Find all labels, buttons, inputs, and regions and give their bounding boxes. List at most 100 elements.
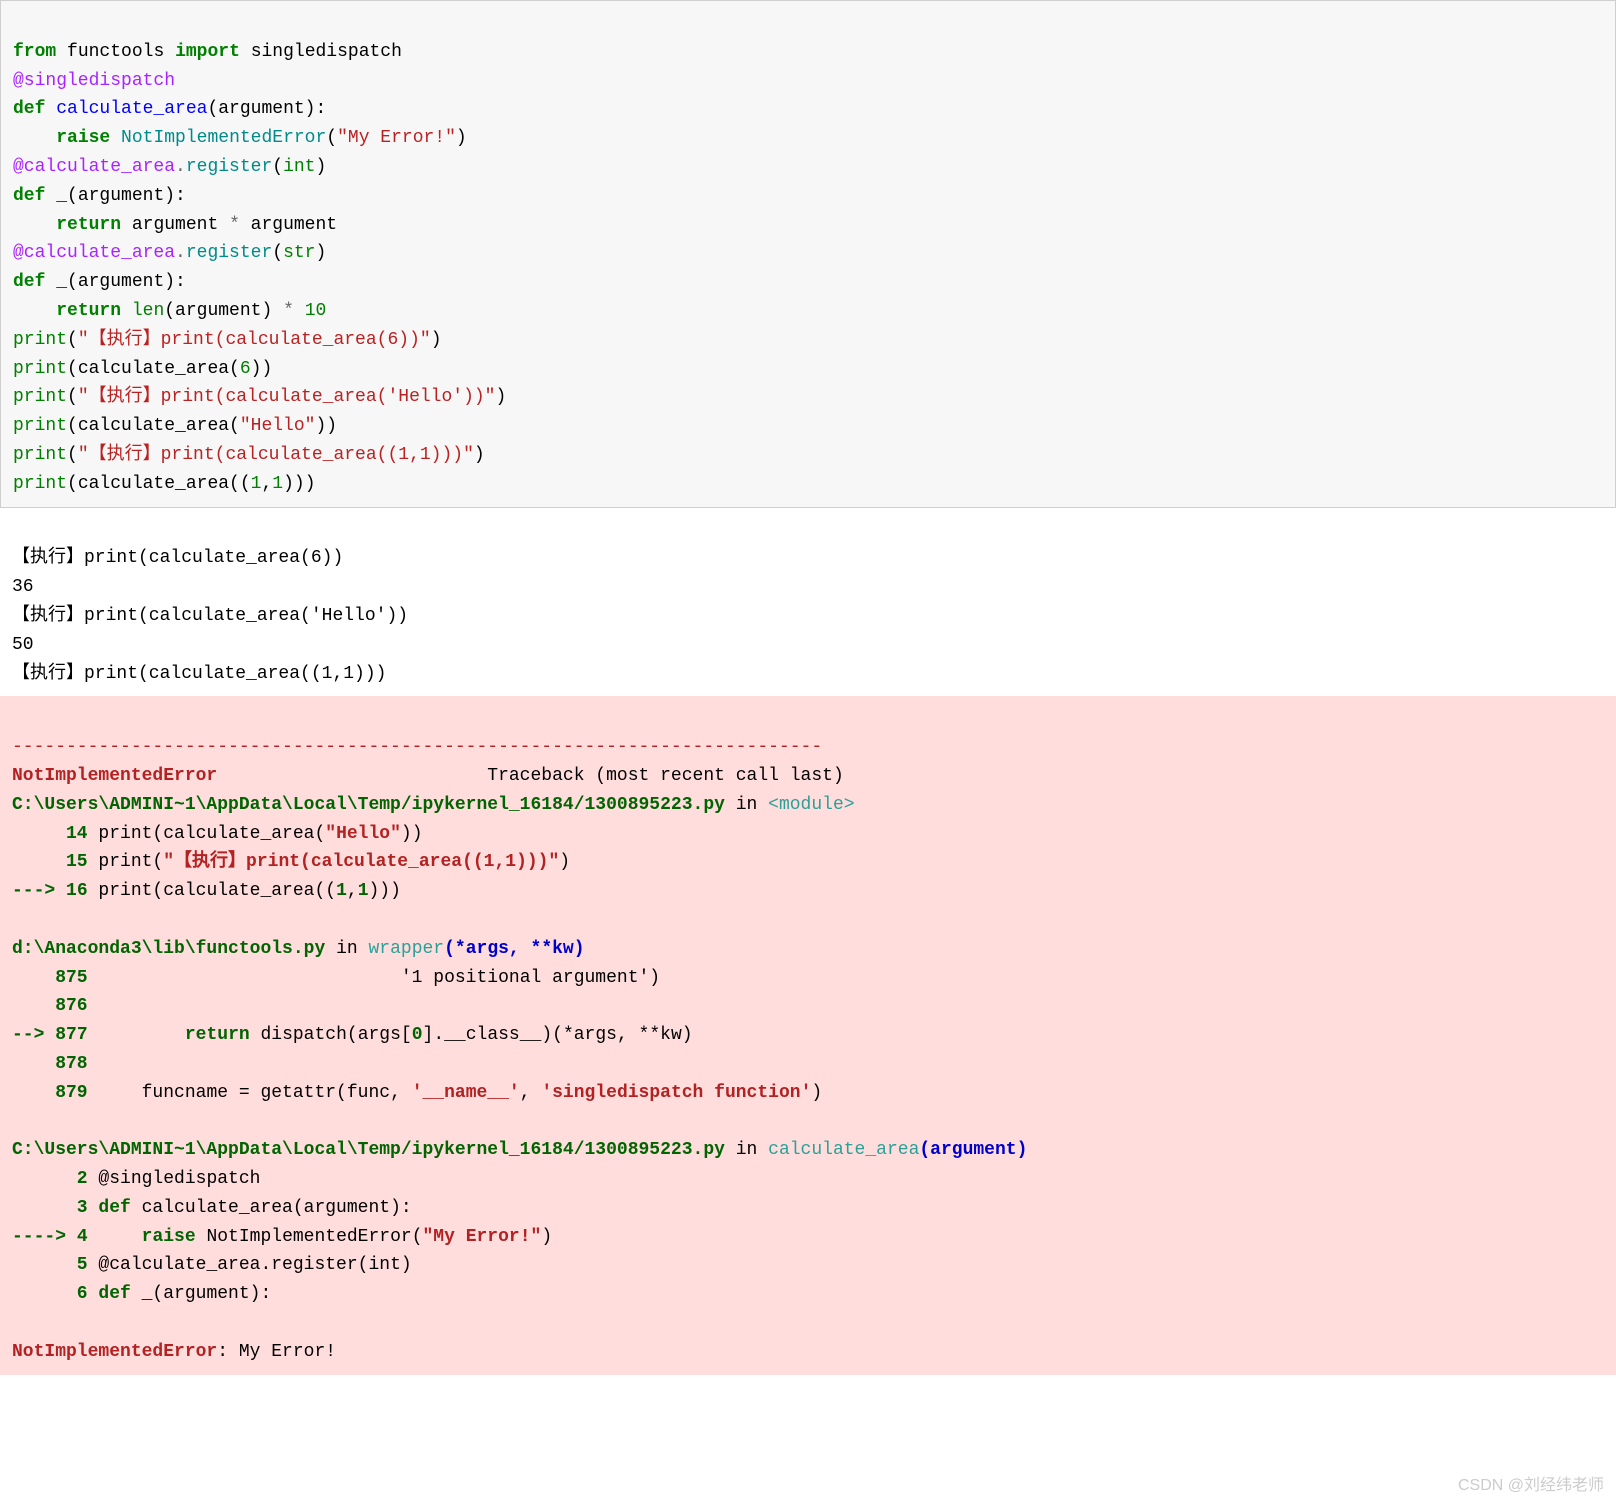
builtin-print: print [13, 474, 67, 494]
paren-open: ( [272, 157, 283, 177]
traceback-type: int [368, 1255, 400, 1275]
exception-type: NotImplementedError [12, 766, 217, 786]
traceback-in: in [325, 939, 368, 959]
output-line: 36 [12, 577, 34, 597]
traceback-code: @singledispatch [98, 1169, 260, 1189]
traceback-lineno: 879 [12, 1083, 98, 1103]
traceback-num: 0 [412, 1025, 423, 1045]
traceback-signature: (argument) [919, 1140, 1027, 1160]
paren-open: ( [67, 330, 78, 350]
traceback-lineno: 4 [77, 1227, 99, 1247]
traceback-arrow: --> [12, 1025, 55, 1045]
keyword-import: import [175, 42, 240, 62]
builtin-len: len [132, 301, 164, 321]
len-args: (argument) [164, 301, 283, 321]
traceback-code: ) [541, 1227, 552, 1247]
traceback-string: "【执行】print(calculate_area((1,1)))" [163, 852, 559, 872]
traceback-lineno: 878 [12, 1054, 98, 1074]
paren-open: ( [272, 243, 283, 263]
traceback-code: '1 positional argument') [98, 968, 660, 988]
traceback-keyword: raise [142, 1227, 196, 1247]
call-close: )) [251, 359, 273, 379]
traceback-code: funcname = getattr(func, [98, 1083, 411, 1103]
builtin-print: print [13, 416, 67, 436]
number-literal: 1 [251, 474, 262, 494]
traceback-lineno: 876 [12, 996, 98, 1016]
traceback-lineno: 15 [12, 852, 98, 872]
builtin-print: print [13, 359, 67, 379]
traceback-code [98, 1025, 184, 1045]
type-str: str [283, 243, 315, 263]
operator-star: * [229, 215, 240, 235]
traceback-code: )) [401, 824, 423, 844]
string-literal: "【执行】print(calculate_area('Hello'))" [78, 387, 496, 407]
traceback-string: '__name__' [412, 1083, 520, 1103]
decorator-singledispatch: @singledispatch [13, 71, 175, 91]
traceback-lineno: 16 [66, 881, 98, 901]
traceback-lineno: 875 [12, 968, 98, 988]
paren-close: ) [315, 243, 326, 263]
expr: argument [132, 215, 229, 235]
method-register: register [186, 243, 272, 263]
number-literal: 6 [240, 359, 251, 379]
keyword-return: return [56, 301, 121, 321]
traceback-file-path: C:\Users\ADMINI~1\AppData\Local\Temp/ipy… [12, 1140, 725, 1160]
module-name: functools [67, 42, 164, 62]
call-close: ))) [283, 474, 315, 494]
keyword-def: def [13, 272, 45, 292]
paren-open: ( [67, 445, 78, 465]
traceback-lineno: 14 [12, 824, 98, 844]
exception-final-type: NotImplementedError [12, 1342, 217, 1362]
traceback-arrow: ----> [12, 1227, 77, 1247]
builtin-print: print [13, 445, 67, 465]
string-literal: "Hello" [240, 416, 316, 436]
traceback-file-path: d:\Anaconda3\lib\functools.py [12, 939, 325, 959]
type-int: int [283, 157, 315, 177]
builtin-print: print [13, 387, 67, 407]
function-name: calculate_area [56, 99, 207, 119]
paren-close: ) [315, 157, 326, 177]
keyword-from: from [13, 42, 56, 62]
traceback-code: @calculate_area.register( [98, 1255, 368, 1275]
call-open: (calculate_area( [67, 416, 240, 436]
builtin-print: print [13, 330, 67, 350]
traceback-string: "My Error!" [423, 1227, 542, 1247]
traceback-code: NotImplementedError( [196, 1227, 423, 1247]
method-register: register [186, 157, 272, 177]
traceback-code: , [520, 1083, 542, 1103]
paren-open: ( [67, 387, 78, 407]
dot: . [175, 157, 186, 177]
exception-final-msg: : My Error! [217, 1342, 336, 1362]
output-line: 50 [12, 635, 34, 655]
traceback-signature: (*args, **kw) [444, 939, 584, 959]
traceback-num: 1 [358, 881, 369, 901]
dot: . [175, 243, 186, 263]
traceback-lineno: 5 [12, 1255, 98, 1275]
traceback-lineno: 2 [12, 1169, 98, 1189]
decorator-register: @calculate_area [13, 243, 175, 263]
paren-close: ) [495, 387, 506, 407]
decorator-register: @calculate_area [13, 157, 175, 177]
traceback-function: calculate_area [768, 1140, 919, 1160]
operator-star: * [283, 301, 294, 321]
traceback-separator: ----------------------------------------… [12, 737, 822, 757]
traceback-code: print( [98, 852, 163, 872]
traceback-code [98, 1227, 141, 1247]
traceback-function: wrapper [368, 939, 444, 959]
traceback-code: ) [559, 852, 570, 872]
output-stdout: 【执行】print(calculate_area(6)) 36 【执行】prin… [0, 508, 1616, 697]
comma: , [261, 474, 272, 494]
string-literal: "My Error!" [337, 128, 456, 148]
traceback-code: _(argument): [131, 1284, 271, 1304]
traceback-lineno: 3 [12, 1198, 98, 1218]
keyword-raise: raise [56, 128, 110, 148]
traceback-lineno: 877 [55, 1025, 98, 1045]
function-name: _ [56, 272, 67, 292]
function-args: (argument): [207, 99, 326, 119]
keyword-def: def [13, 186, 45, 206]
watermark: CSDN @刘经纬老师 [1458, 1473, 1604, 1499]
code-input-cell[interactable]: from functools import singledispatch @si… [0, 0, 1616, 508]
paren-close: ) [431, 330, 442, 350]
traceback-keyword: def [98, 1284, 130, 1304]
traceback-keyword: def [98, 1198, 130, 1218]
